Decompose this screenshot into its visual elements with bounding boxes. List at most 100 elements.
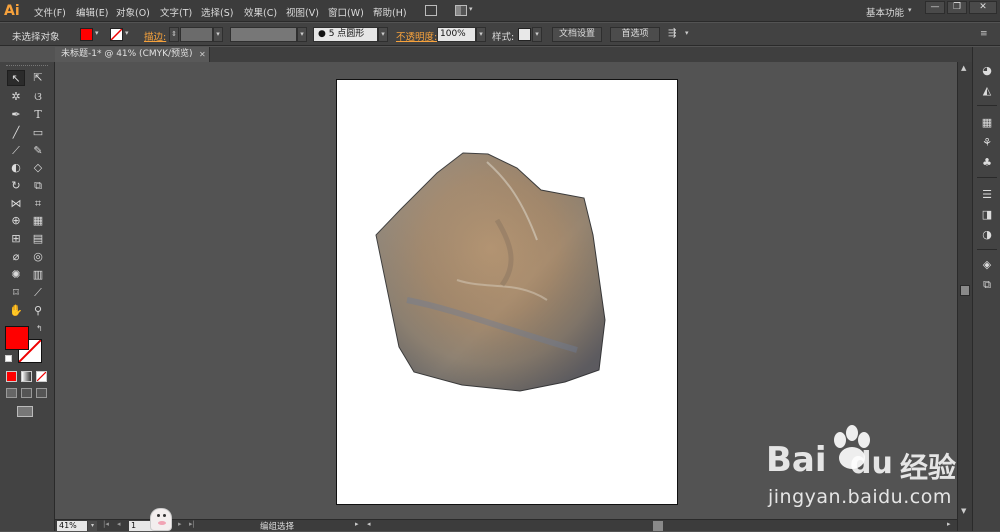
horizontal-scroll-thumb[interactable] xyxy=(653,521,663,531)
chevron-down-icon[interactable]: ▾ xyxy=(88,521,97,531)
next-artboard-icon[interactable]: ▸ xyxy=(178,520,182,528)
graphic-style-swatch[interactable] xyxy=(518,28,531,41)
pencil-tool-icon[interactable]: ✎ xyxy=(29,143,47,159)
width-tool-icon[interactable]: ⋈ xyxy=(7,196,25,212)
line-tool-icon[interactable]: ╱ xyxy=(7,125,25,141)
stone-image[interactable] xyxy=(337,80,677,504)
menu-type[interactable]: 文字(T) xyxy=(160,5,192,19)
rotate-tool-icon[interactable]: ↻ xyxy=(7,178,25,194)
color-guide-icon[interactable]: ◭ xyxy=(979,83,995,99)
document-setup-button[interactable]: 文档设置 xyxy=(552,27,602,42)
symbols-panel-icon[interactable]: ♣ xyxy=(979,155,995,171)
screen-mode-icon[interactable] xyxy=(17,406,33,417)
menu-file[interactable]: 文件(F) xyxy=(34,5,66,19)
paintbrush-tool-icon[interactable]: ⟋ xyxy=(7,143,25,159)
default-colors-icon[interactable] xyxy=(5,355,12,362)
layers-panel-icon[interactable]: ◈ xyxy=(979,257,995,273)
menu-effect[interactable]: 效果(C) xyxy=(244,5,277,19)
menu-view[interactable]: 视图(V) xyxy=(286,5,319,19)
chevron-down-icon[interactable]: ▾ xyxy=(532,27,542,42)
mesh-tool-icon[interactable]: ⊞ xyxy=(7,231,25,247)
draw-inside-icon[interactable] xyxy=(36,388,47,398)
eyedropper-tool-icon[interactable]: ⌀ xyxy=(7,249,25,265)
color-mode-icon[interactable] xyxy=(6,371,17,382)
menu-select[interactable]: 选择(S) xyxy=(201,5,233,19)
brushes-panel-icon[interactable]: ⚘ xyxy=(979,135,995,151)
scroll-right-icon[interactable]: ▸ xyxy=(947,520,951,528)
panel-grip[interactable] xyxy=(6,65,48,68)
slice-tool-icon[interactable]: ⟋ xyxy=(29,285,47,301)
draw-normal-icon[interactable] xyxy=(6,388,17,398)
stroke-weight-stepper[interactable]: ⇕ xyxy=(169,27,179,42)
scroll-left-icon[interactable]: ◂ xyxy=(367,520,371,528)
gradient-tool-icon[interactable]: ▤ xyxy=(29,231,47,247)
menu-edit[interactable]: 编辑(E) xyxy=(76,5,108,19)
artboard[interactable] xyxy=(336,79,678,505)
direct-selection-tool-icon[interactable]: ⇱ xyxy=(29,70,47,86)
menu-help[interactable]: 帮助(H) xyxy=(373,5,407,19)
chevron-down-icon[interactable]: ▾ xyxy=(908,6,912,14)
brush-definition[interactable]: ● 5 点圆形 xyxy=(313,27,378,42)
document-tab[interactable]: 未标题-1* @ 41% (CMYK/预览) ✕ xyxy=(55,47,210,62)
scale-tool-icon[interactable]: ⧉ xyxy=(29,178,47,194)
chevron-down-icon[interactable]: ▾ xyxy=(476,27,486,42)
free-transform-tool-icon[interactable]: ⌗ xyxy=(29,196,47,212)
selection-tool-icon[interactable]: ↖ xyxy=(7,70,25,86)
stroke-label[interactable]: 描边: xyxy=(144,29,166,43)
scroll-up-icon[interactable]: ▲ xyxy=(961,64,966,72)
arrange-documents-icon[interactable] xyxy=(455,5,467,16)
fill-color-box[interactable] xyxy=(5,326,29,350)
column-graph-tool-icon[interactable]: ▥ xyxy=(29,267,47,283)
align-icon[interactable]: ⇶ xyxy=(668,28,676,39)
gradient-mode-icon[interactable] xyxy=(21,371,32,382)
close-icon[interactable]: ✕ xyxy=(199,47,206,62)
chevron-down-icon[interactable]: ▾ xyxy=(685,29,689,37)
artboards-panel-icon[interactable]: ⧉ xyxy=(979,277,995,293)
menu-window[interactable]: 窗口(W) xyxy=(328,5,364,19)
chevron-down-icon[interactable]: ▾ xyxy=(378,27,388,42)
type-tool-icon[interactable]: T xyxy=(29,107,47,123)
preferences-button[interactable]: 首选项 xyxy=(610,27,660,42)
restore-button[interactable]: ❐ xyxy=(947,1,967,14)
lasso-tool-icon[interactable]: ଓ xyxy=(29,89,47,105)
status-menu-icon[interactable]: ▸ xyxy=(355,520,359,528)
chevron-down-icon[interactable]: ▾ xyxy=(297,27,307,42)
chevron-down-icon[interactable]: ▾ xyxy=(125,29,129,37)
shape-builder-tool-icon[interactable]: ⊕ xyxy=(7,213,25,229)
chevron-down-icon[interactable]: ▾ xyxy=(95,29,99,37)
close-button[interactable]: ✕ xyxy=(969,1,997,14)
chevron-down-icon[interactable]: ▾ xyxy=(213,27,223,42)
chevron-down-icon[interactable]: ▾ xyxy=(469,5,473,13)
previous-artboard-icon[interactable]: ◂ xyxy=(117,520,121,528)
blend-tool-icon[interactable]: ◎ xyxy=(29,249,47,265)
pen-tool-icon[interactable]: ✒ xyxy=(7,107,25,123)
bridge-icon[interactable] xyxy=(425,5,437,16)
stroke-swatch[interactable] xyxy=(110,28,123,41)
opacity-label[interactable]: 不透明度: xyxy=(396,29,437,43)
color-panel-icon[interactable]: ◕ xyxy=(979,63,995,79)
menu-object[interactable]: 对象(O) xyxy=(116,5,150,19)
workspace-switcher[interactable]: 基本功能 xyxy=(866,5,904,19)
last-artboard-icon[interactable]: ▸| xyxy=(189,520,195,528)
minimize-button[interactable]: — xyxy=(925,1,945,14)
draw-behind-icon[interactable] xyxy=(21,388,32,398)
swatches-panel-icon[interactable]: ▦ xyxy=(979,115,995,131)
magic-wand-tool-icon[interactable]: ✲ xyxy=(7,89,25,105)
perspective-grid-tool-icon[interactable]: ▦ xyxy=(29,213,47,229)
eraser-tool-icon[interactable]: ◇ xyxy=(29,160,47,176)
gradient-panel-icon[interactable]: ◨ xyxy=(979,207,995,223)
none-mode-icon[interactable] xyxy=(36,371,47,382)
artboard-tool-icon[interactable]: ⌑ xyxy=(7,285,25,301)
symbol-sprayer-tool-icon[interactable]: ✺ xyxy=(7,267,25,283)
transparency-panel-icon[interactable]: ◑ xyxy=(979,227,995,243)
panel-menu-icon[interactable]: ≡ xyxy=(980,29,988,39)
zoom-field[interactable]: 41% xyxy=(57,521,87,531)
scroll-thumb[interactable] xyxy=(960,285,970,296)
first-artboard-icon[interactable]: |◂ xyxy=(103,520,109,528)
hand-tool-icon[interactable]: ✋ xyxy=(7,303,25,319)
variable-width-profile[interactable] xyxy=(230,27,297,42)
stroke-panel-icon[interactable]: ☰ xyxy=(979,187,995,203)
swap-fill-stroke-icon[interactable]: ↰ xyxy=(36,324,43,333)
zoom-tool-icon[interactable]: ⚲ xyxy=(29,303,47,319)
blob-brush-tool-icon[interactable]: ◐ xyxy=(7,160,25,176)
